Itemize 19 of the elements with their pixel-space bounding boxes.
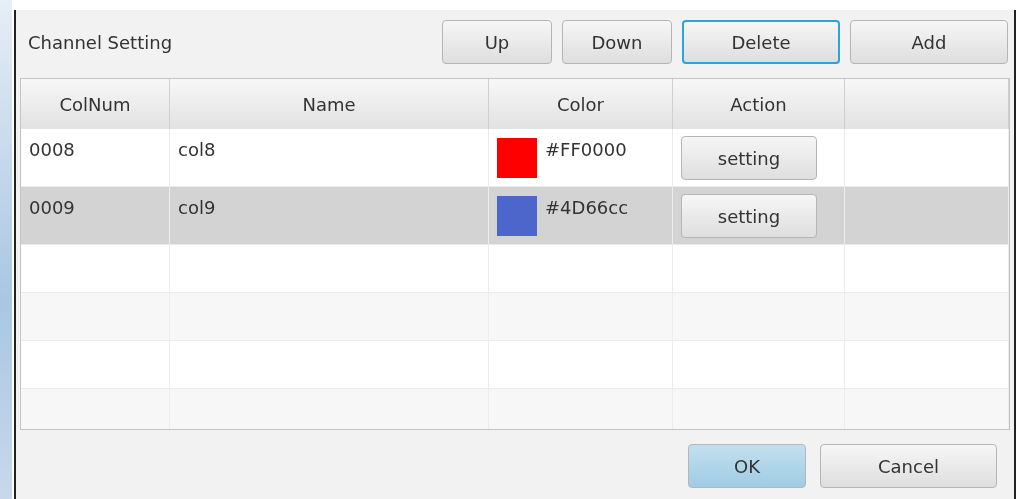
table-cell: 0009: [21, 187, 170, 245]
dialog-title: Channel Setting: [28, 31, 174, 53]
table-cell: 0008: [21, 129, 170, 187]
color-code: #FF0000: [545, 139, 627, 160]
dialog-button[interactable]: Cancel: [820, 444, 997, 488]
column-header[interactable]: ColNum: [21, 79, 170, 130]
setting-button[interactable]: setting: [681, 194, 817, 238]
toolbar-button[interactable]: Down: [562, 20, 672, 64]
toolbar-button[interactable]: Delete: [682, 20, 840, 64]
column-header[interactable]: Color: [489, 79, 673, 130]
toolbar-button[interactable]: Add: [850, 20, 1008, 64]
column-header[interactable]: Name: [170, 79, 489, 130]
color-code: #4D66cc: [545, 197, 629, 218]
column-header[interactable]: Action: [673, 79, 845, 130]
toolbar-button[interactable]: Up: [442, 20, 552, 64]
dialog-button[interactable]: OK: [688, 444, 806, 488]
table-cell: col9: [170, 187, 489, 245]
table-cell: col8: [170, 129, 489, 187]
setting-button[interactable]: setting: [681, 136, 817, 180]
